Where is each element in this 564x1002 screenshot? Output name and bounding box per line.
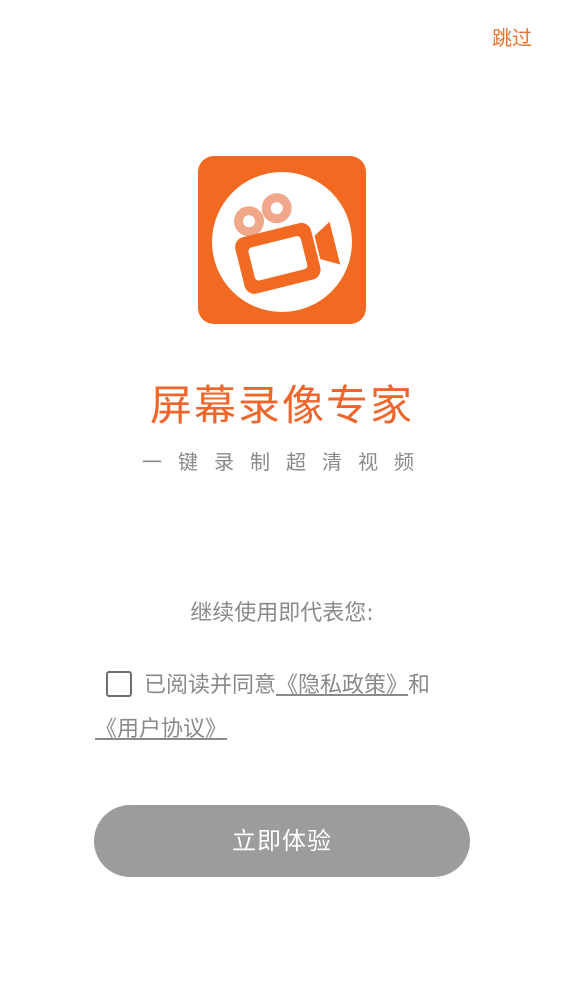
read-agree-text: 已阅读并同意 <box>144 673 277 698</box>
continue-notice: 继续使用即代表您: <box>190 601 374 626</box>
skip-button[interactable]: 跳过 <box>492 22 532 51</box>
start-button[interactable]: 立即体验 <box>94 805 470 877</box>
splash-page: 跳过 屏幕录像专家 一键录制超清视频 继续使用即代表您: 已阅读并同意《隐私政策… <box>0 0 564 1002</box>
app-slogan: 一键录制超清视频 <box>142 450 430 474</box>
user-agreement-link[interactable]: 《用户协议》 <box>95 717 227 742</box>
privacy-policy-link[interactable]: 《隐私政策》 <box>276 673 408 698</box>
app-name: 屏幕录像专家 <box>149 381 414 430</box>
video-camera-icon <box>212 172 352 312</box>
app-logo <box>198 156 366 324</box>
and-text: 和 <box>408 673 431 698</box>
agree-checkbox[interactable] <box>106 671 132 697</box>
agreement-row: 已阅读并同意《隐私政策》和《用户协议》 <box>95 664 495 752</box>
